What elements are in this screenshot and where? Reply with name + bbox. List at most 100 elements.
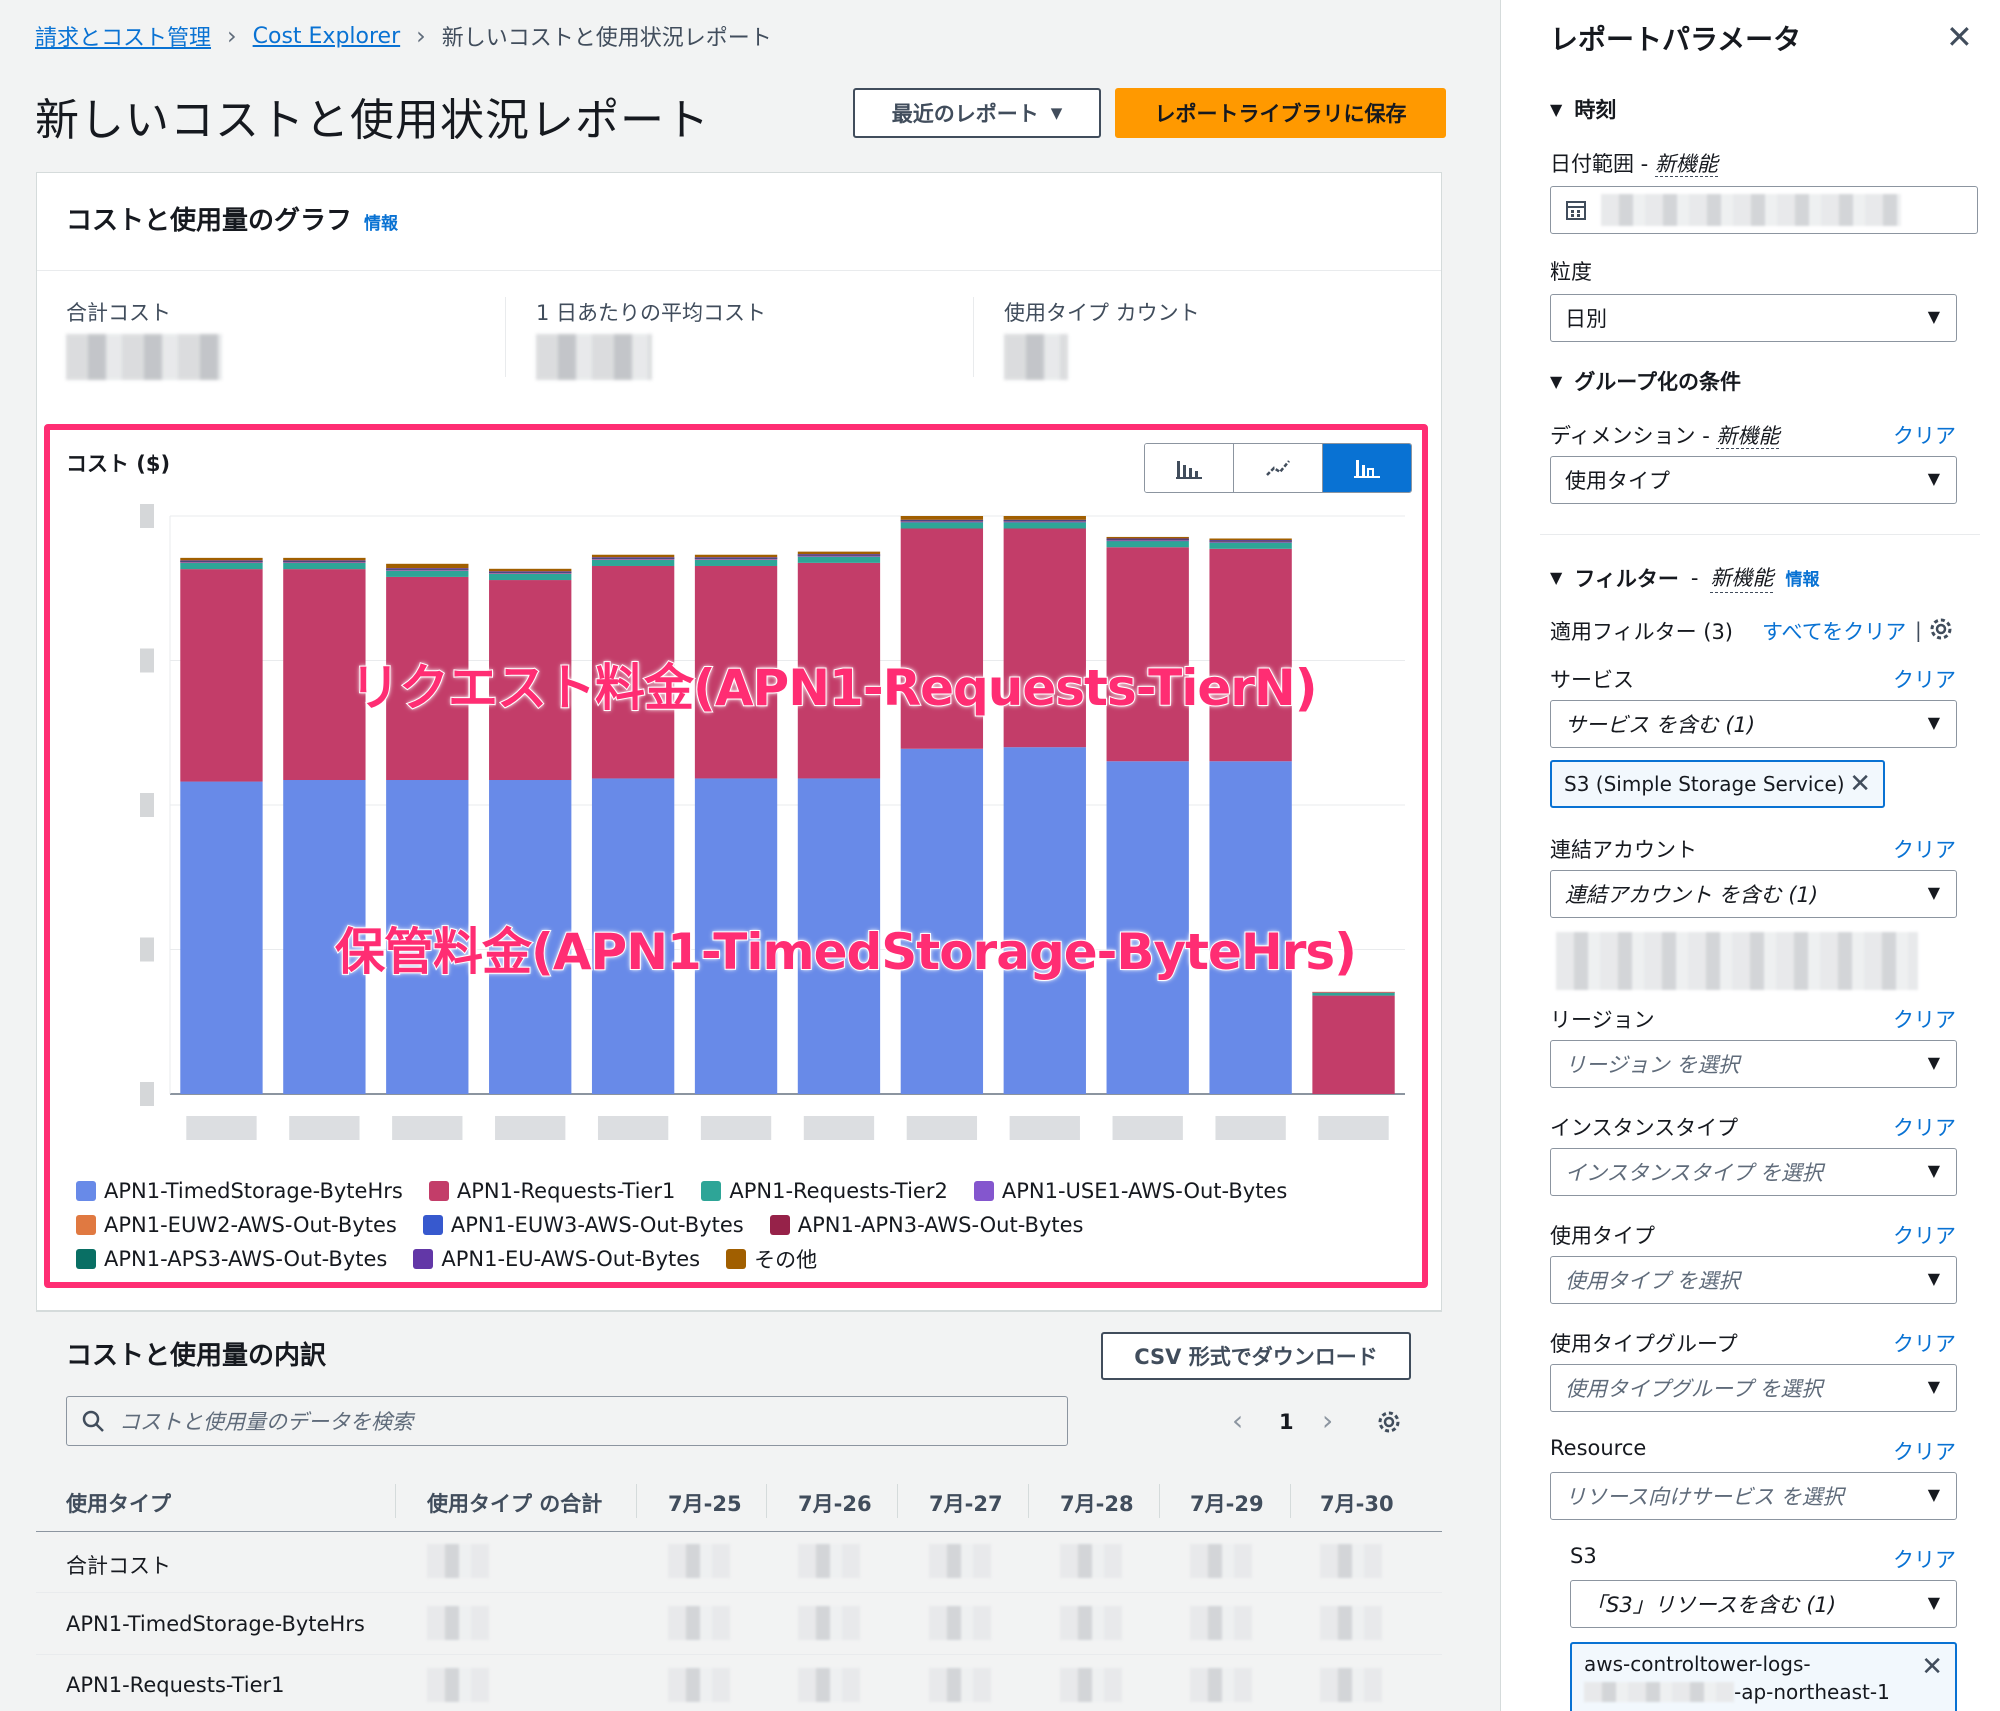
column-header-date[interactable]: 7月-26 (798, 1488, 872, 1518)
bar-segment-10[interactable] (694, 554, 778, 558)
clear-all-filters-link[interactable]: すべてをクリア (1762, 616, 1906, 646)
new-feature-tag[interactable]: 新機能 (1710, 562, 1774, 593)
bar-segment-3[interactable] (180, 562, 263, 570)
bar-segment-10[interactable] (386, 563, 469, 569)
close-icon[interactable]: ✕ (1921, 1652, 1943, 1682)
instance-type-select[interactable]: インスタンスタイプ を選択 ▼ (1550, 1148, 1957, 1196)
column-header-date[interactable]: 7月-28 (1060, 1488, 1134, 1518)
bar-segment-10[interactable] (591, 554, 675, 558)
close-icon[interactable]: ✕ (1946, 18, 1973, 56)
legend-item[interactable]: APN1-EUW3-AWS-Out-Bytes (422, 1213, 744, 1237)
bar-segment-9[interactable] (1209, 540, 1292, 541)
bar-segment-9[interactable] (591, 557, 675, 559)
column-header-date[interactable]: 7月-27 (929, 1488, 1003, 1518)
clear-linked-account-link[interactable]: クリア (1893, 834, 1956, 864)
column-header-date[interactable]: 7月-30 (1320, 1488, 1394, 1518)
new-feature-tag[interactable]: 新機能 (1654, 152, 1718, 177)
chevron-right-icon[interactable]: › (1322, 1404, 1333, 1437)
bar-segment-3[interactable] (797, 556, 881, 563)
dimension-select[interactable]: 使用タイプ ▼ (1550, 456, 1957, 504)
bar-segment-3[interactable] (386, 570, 469, 577)
usage-type-select[interactable]: 使用タイプ を選択 ▼ (1550, 1256, 1957, 1304)
bar-segment-9[interactable] (797, 554, 881, 555)
clear-region-link[interactable]: クリア (1893, 1004, 1956, 1034)
bar-segment-3[interactable] (489, 573, 572, 581)
bar-segment-2[interactable] (180, 569, 263, 782)
bar-segment-9[interactable] (489, 571, 572, 573)
bar-segment-9[interactable] (386, 568, 469, 569)
bar-segment-10[interactable] (1003, 516, 1086, 520)
legend-item[interactable]: APN1-TimedStorage-ByteHrs (76, 1179, 403, 1203)
usage-type-group-select[interactable]: 使用タイプグループ を選択 ▼ (1550, 1364, 1957, 1412)
clear-usage-type-group-link[interactable]: クリア (1893, 1328, 1956, 1358)
legend-item[interactable]: APN1-EUW2-AWS-Out-Bytes (76, 1213, 397, 1237)
clear-instance-type-link[interactable]: クリア (1893, 1112, 1956, 1142)
legend-item[interactable]: APN1-Requests-Tier2 (701, 1179, 948, 1203)
resource-select[interactable]: リソース向けサービス を選択 ▼ (1550, 1472, 1957, 1520)
bar-segment-9[interactable] (1106, 538, 1189, 540)
gear-icon[interactable] (1928, 616, 1954, 646)
bar-segment-10[interactable] (180, 557, 263, 561)
s3-resource-select[interactable]: 「S3」リソースを含む (1) ▼ (1570, 1580, 1957, 1628)
new-feature-tag[interactable]: 新機能 (1716, 424, 1780, 449)
column-header-date[interactable]: 7月-25 (668, 1488, 742, 1518)
gear-icon[interactable] (1375, 1408, 1403, 1440)
column-header-date[interactable]: 7月-29 (1190, 1488, 1264, 1518)
clear-s3-link[interactable]: クリア (1893, 1544, 1956, 1574)
bar-segment-10[interactable] (283, 557, 366, 561)
column-header-usage-type-total[interactable]: 使用タイプ の合計 (427, 1488, 602, 1518)
breadcrumb-link-cost-explorer[interactable]: Cost Explorer (253, 24, 401, 49)
bar-segment-9[interactable] (1003, 519, 1086, 521)
granularity-select[interactable]: 日別 ▼ (1550, 294, 1957, 342)
clear-service-link[interactable]: クリア (1893, 664, 1956, 694)
region-select[interactable]: リージョン を選択 ▼ (1550, 1040, 1957, 1088)
search-input[interactable]: コストと使用量のデータを検索 (66, 1396, 1068, 1446)
date-range-picker[interactable] (1550, 186, 1978, 234)
bar-segment-3[interactable] (900, 522, 984, 529)
legend-item[interactable]: APN1-USE1-AWS-Out-Bytes (973, 1179, 1287, 1203)
bar-segment-9[interactable] (900, 519, 984, 521)
bar-segment-5[interactable] (1312, 991, 1395, 993)
info-link[interactable]: 情報 (364, 214, 398, 234)
group-by-section-header[interactable]: ▼ グループ化の条件 (1550, 366, 1741, 396)
service-select[interactable]: サービス を含む (1) ▼ (1550, 700, 1957, 748)
bar-segment-10[interactable] (900, 516, 984, 520)
legend-item[interactable]: その他 (726, 1244, 817, 1274)
bar-segment-10[interactable] (1106, 536, 1189, 539)
bar-segment-10[interactable] (489, 568, 572, 572)
save-to-library-button[interactable]: レポートライブラリに保存 (1115, 88, 1446, 138)
column-header-usage-type[interactable]: 使用タイプ (66, 1488, 171, 1518)
bar-segment-9[interactable] (694, 557, 778, 559)
bar-chart-icon[interactable] (1145, 444, 1234, 492)
clear-dimension-link[interactable]: クリア (1893, 420, 1956, 450)
linked-account-select[interactable]: 連結アカウント を含む (1) ▼ (1550, 870, 1957, 918)
stacked-bar-chart-icon[interactable] (1323, 444, 1411, 492)
breadcrumb-link-billing[interactable]: 請求とコスト管理 (35, 20, 211, 52)
legend-item[interactable]: APN1-APS3-AWS-Out-Bytes (76, 1247, 387, 1271)
bar-segment-9[interactable] (180, 560, 263, 562)
chevron-left-icon[interactable]: ‹ (1232, 1404, 1243, 1437)
bar-segment-2[interactable] (1312, 995, 1395, 1094)
download-csv-button[interactable]: CSV 形式でダウンロード (1101, 1332, 1411, 1380)
bar-segment-3[interactable] (1209, 542, 1292, 549)
info-link[interactable]: 情報 (1785, 565, 1819, 590)
close-icon[interactable]: ✕ (1849, 769, 1871, 799)
bar-segment-10[interactable] (1209, 538, 1292, 541)
legend-item[interactable]: APN1-APN3-AWS-Out-Bytes (769, 1213, 1084, 1237)
recent-reports-dropdown[interactable]: 最近のレポート ▼ (853, 88, 1101, 138)
clear-usage-type-link[interactable]: クリア (1893, 1220, 1956, 1250)
legend-item[interactable]: APN1-Requests-Tier1 (428, 1179, 675, 1203)
bar-segment-3[interactable] (694, 559, 778, 566)
bar-segment-9[interactable] (283, 560, 366, 562)
bar-segment-3[interactable] (1003, 522, 1086, 529)
bar-segment-3[interactable] (591, 559, 675, 566)
bar-segment-3[interactable] (283, 562, 366, 570)
bar-segment-3[interactable] (1106, 540, 1189, 548)
time-section-header[interactable]: ▼ 時刻 (1550, 94, 1616, 124)
bar-segment-1[interactable] (180, 781, 263, 1094)
bar-segment-10[interactable] (797, 551, 881, 555)
page-number[interactable]: 1 (1279, 1410, 1294, 1434)
line-chart-icon[interactable] (1234, 444, 1323, 492)
filter-section-header[interactable]: ▼ フィルター - 新機能 情報 (1550, 562, 1819, 593)
clear-resource-link[interactable]: クリア (1893, 1436, 1956, 1466)
